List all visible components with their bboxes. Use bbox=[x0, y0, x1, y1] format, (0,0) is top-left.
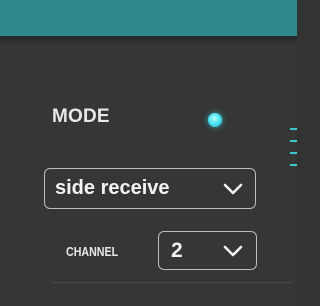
mode-panel: MODE side receive CHANNEL 2 bbox=[0, 0, 297, 306]
channel-select[interactable]: 2 bbox=[158, 231, 257, 270]
chevron-down-icon bbox=[223, 183, 243, 195]
side-tick-marks bbox=[290, 128, 297, 178]
channel-select-value: 2 bbox=[171, 238, 183, 262]
channel-label: CHANNEL bbox=[66, 244, 119, 259]
mode-select-value: side receive bbox=[55, 177, 170, 199]
mode-status-led bbox=[208, 113, 222, 127]
divider bbox=[52, 282, 292, 283]
mode-select[interactable]: side receive bbox=[44, 168, 256, 209]
header-shadow bbox=[0, 36, 297, 44]
mode-label: MODE bbox=[52, 106, 110, 127]
header-bar bbox=[0, 0, 297, 36]
chevron-down-icon bbox=[223, 245, 243, 257]
